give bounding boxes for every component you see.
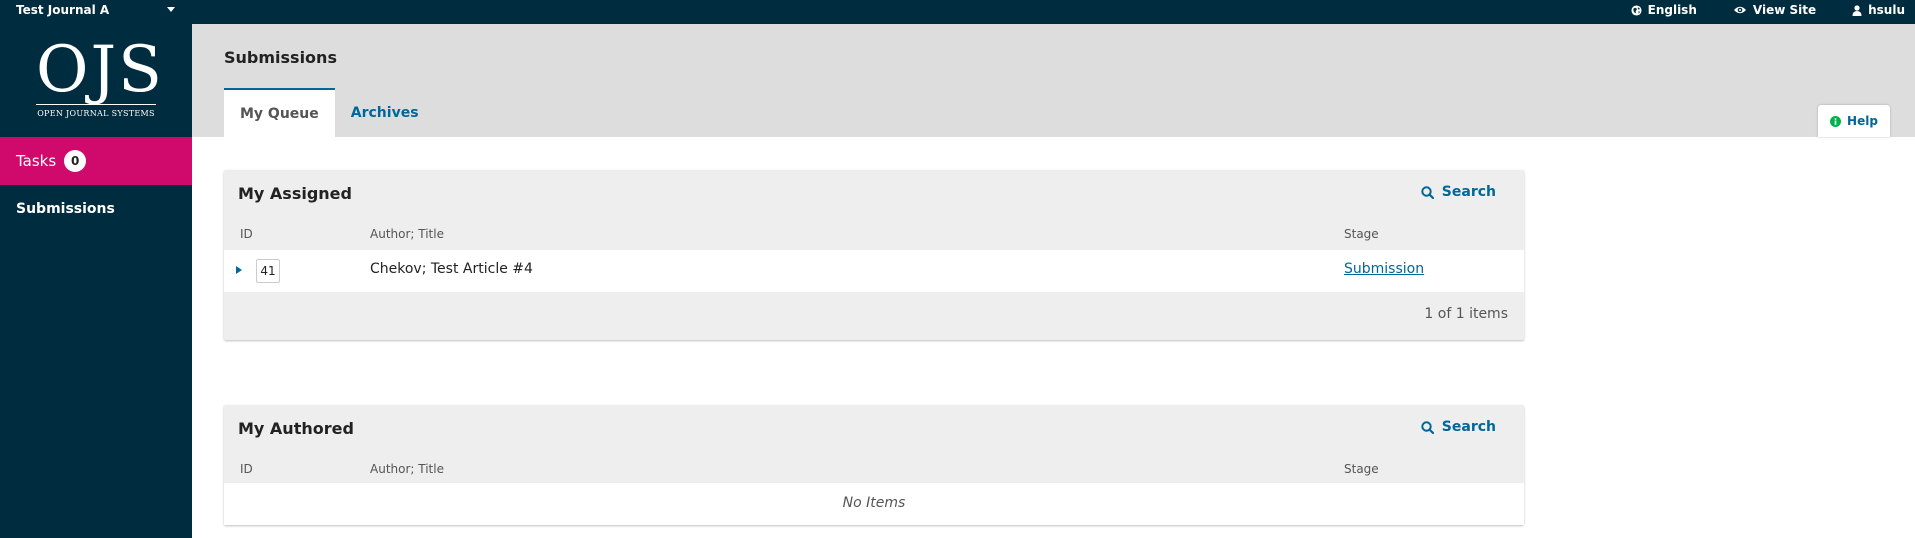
user-menu[interactable]: hsulu <box>1852 0 1905 20</box>
search-icon <box>1421 420 1434 434</box>
view-site-label: View Site <box>1752 3 1817 17</box>
tab-my-queue[interactable]: My Queue <box>224 88 335 137</box>
search-icon <box>1421 185 1434 199</box>
tab-archives[interactable]: Archives <box>335 88 435 137</box>
tasks-label: Tasks <box>16 152 57 170</box>
globe-icon <box>1631 4 1642 16</box>
page-header: Submissions My Queue Archives Help <box>192 24 1915 137</box>
view-site-link[interactable]: View Site <box>1733 0 1816 20</box>
page-title: Submissions <box>224 48 337 67</box>
ojs-logo[interactable]: OJS OPEN JOURNAL SYSTEMS <box>36 33 164 118</box>
journal-name: Test Journal A <box>16 3 110 17</box>
column-header-stage: Stage <box>1344 462 1379 476</box>
top-bar: Test Journal A English View Site hsulu <box>0 0 1915 24</box>
search-button[interactable]: Search <box>1421 184 1496 200</box>
submission-stage-link[interactable]: Submission <box>1344 261 1424 277</box>
logo-mark: OJS <box>36 33 164 107</box>
expand-caret-icon[interactable] <box>236 266 242 274</box>
tab-bar: My Queue Archives <box>224 88 435 137</box>
search-button[interactable]: Search <box>1421 419 1496 435</box>
search-label: Search <box>1441 419 1496 435</box>
sidebar: OJS OPEN JOURNAL SYSTEMS Tasks 0 Submiss… <box>0 24 192 538</box>
column-header-id: ID <box>240 227 253 241</box>
help-button[interactable]: Help <box>1818 105 1890 137</box>
user-links: English View Site hsulu <box>1595 0 1905 20</box>
column-header-stage: Stage <box>1344 227 1379 241</box>
my-assigned-panel: My Assigned Search ID Author; Title Stag… <box>224 170 1524 340</box>
search-label: Search <box>1441 184 1496 200</box>
nav-tasks[interactable]: Tasks 0 <box>0 137 192 185</box>
pagination-count: 1 of 1 items <box>1424 306 1508 322</box>
language-link[interactable]: English <box>1631 0 1697 20</box>
language-label: English <box>1647 3 1697 17</box>
tasks-count-badge: 0 <box>64 150 87 172</box>
my-authored-panel: My Authored Search ID Author; Title Stag… <box>224 405 1524 525</box>
help-label: Help <box>1847 114 1878 128</box>
user-icon <box>1852 4 1862 16</box>
column-header-id: ID <box>240 462 253 476</box>
panel-title: My Assigned <box>238 184 352 203</box>
username: hsulu <box>1868 3 1905 17</box>
empty-message: No Items <box>842 495 906 511</box>
empty-row: No Items <box>224 483 1524 525</box>
journal-switcher[interactable]: Test Journal A <box>16 0 176 20</box>
nav-submissions[interactable]: Submissions <box>16 201 115 217</box>
column-header-author-title: Author; Title <box>370 462 444 476</box>
submission-author-title: Chekov; Test Article #4 <box>370 261 533 277</box>
panel-title: My Authored <box>238 419 354 438</box>
table-row[interactable]: 41 Chekov; Test Article #4 Submission <box>224 250 1524 292</box>
column-header-author-title: Author; Title <box>370 227 444 241</box>
submission-id: 41 <box>256 259 280 283</box>
eye-icon <box>1733 6 1746 14</box>
caret-down-icon <box>167 7 175 12</box>
info-icon <box>1830 115 1842 127</box>
